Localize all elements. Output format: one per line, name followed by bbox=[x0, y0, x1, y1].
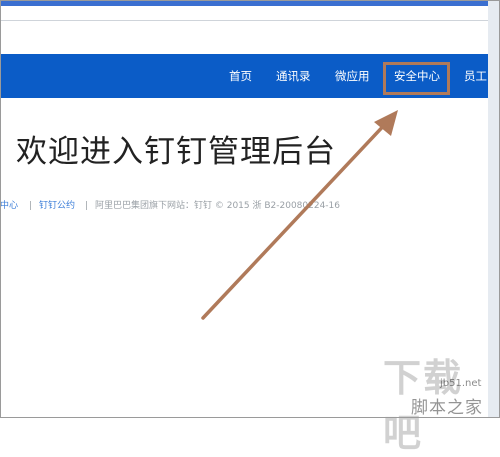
screenshot-border bbox=[0, 0, 500, 418]
